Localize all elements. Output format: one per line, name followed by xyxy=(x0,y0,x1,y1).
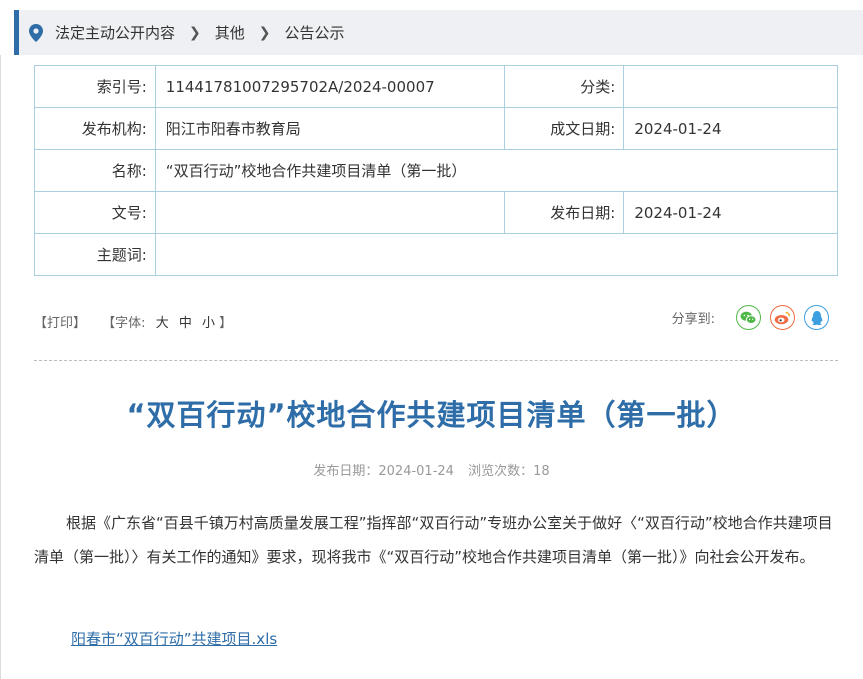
table-row: 文号: 发布日期: 2024-01-24 xyxy=(34,191,838,234)
doc-number-label: 文号: xyxy=(34,191,156,234)
table-row: 索引号: 11441781007295702A/2024-00007 分类: xyxy=(34,65,838,108)
article-info: 发布日期：2024-01-24 浏览次数：18 xyxy=(0,460,863,479)
breadcrumb: 法定主动公开内容 ❯ 其他 ❯ 公告公示 xyxy=(14,10,863,55)
subject-label: 主题词: xyxy=(34,233,156,276)
font-size-large-button[interactable]: 大 xyxy=(156,312,169,331)
article-body: 根据《广东省“百县千镇万村高质量发展工程”指挥部“双百行动”专班办公室关于做好〈… xyxy=(34,514,833,566)
publish-date-label: 发布日期: xyxy=(503,191,625,234)
article-title: “双百行动”校地合作共建项目清单（第一批） xyxy=(126,398,737,432)
print-button[interactable]: 【打印】 xyxy=(34,312,86,331)
index-label: 索引号: xyxy=(34,65,156,108)
qq-icon[interactable] xyxy=(804,305,829,330)
breadcrumb-item-public-content[interactable]: 法定主动公开内容 xyxy=(55,22,175,43)
table-row: 名称: “双百行动”校地合作共建项目清单（第一批） xyxy=(34,149,839,192)
share-label: 分享到: xyxy=(671,312,715,327)
category-value xyxy=(623,65,838,108)
document-info-table: 索引号: 11441781007295702A/2024-00007 分类: 发… xyxy=(34,65,839,276)
table-row: 主题词: xyxy=(34,233,839,276)
publisher-value: 阳江市阳春市教育局 xyxy=(154,107,505,150)
name-value: “双百行动”校地合作共建项目清单（第一批） xyxy=(154,149,839,192)
weibo-icon[interactable] xyxy=(770,305,795,330)
breadcrumb-item-announcements[interactable]: 公告公示 xyxy=(285,22,345,43)
publish-date-value: 2024-01-24 xyxy=(623,191,838,234)
view-count: 18 xyxy=(533,464,550,479)
index-value: 11441781007295702A/2024-00007 xyxy=(154,65,505,108)
created-date-value: 2024-01-24 xyxy=(623,107,838,150)
font-size-small-button[interactable]: 小 xyxy=(202,312,215,331)
category-label: 分类: xyxy=(503,65,625,108)
wechat-icon[interactable] xyxy=(736,305,761,330)
table-row: 发布机构: 阳江市阳春市教育局 成文日期: 2024-01-24 xyxy=(34,107,838,150)
subject-value xyxy=(154,233,839,276)
font-size-label: 【字体: xyxy=(102,316,146,331)
share-bar: 分享到: xyxy=(672,305,829,330)
created-date-label: 成文日期: xyxy=(503,107,625,150)
attachment-link[interactable]: 阳春市“双百行动”共建项目.xls xyxy=(71,628,277,649)
publish-date-caption: 发布日期： xyxy=(313,464,379,479)
location-pin-icon xyxy=(29,23,43,42)
chevron-right-icon: ❯ xyxy=(258,24,271,41)
font-size-medium-button[interactable]: 中 xyxy=(179,312,192,331)
breadcrumb-item-other[interactable]: 其他 xyxy=(215,22,245,43)
publish-date: 2024-01-24 xyxy=(378,464,454,479)
name-label: 名称: xyxy=(34,149,156,192)
divider xyxy=(34,360,838,361)
publisher-label: 发布机构: xyxy=(34,107,156,150)
article-tools: 【打印】 【字体: 大 中 小 】 xyxy=(34,312,232,331)
doc-number-value xyxy=(154,191,505,234)
font-size-bracket: 】 xyxy=(219,316,233,331)
chevron-right-icon: ❯ xyxy=(189,24,201,41)
views-caption: 浏览次数： xyxy=(468,464,534,479)
left-border xyxy=(0,55,1,679)
